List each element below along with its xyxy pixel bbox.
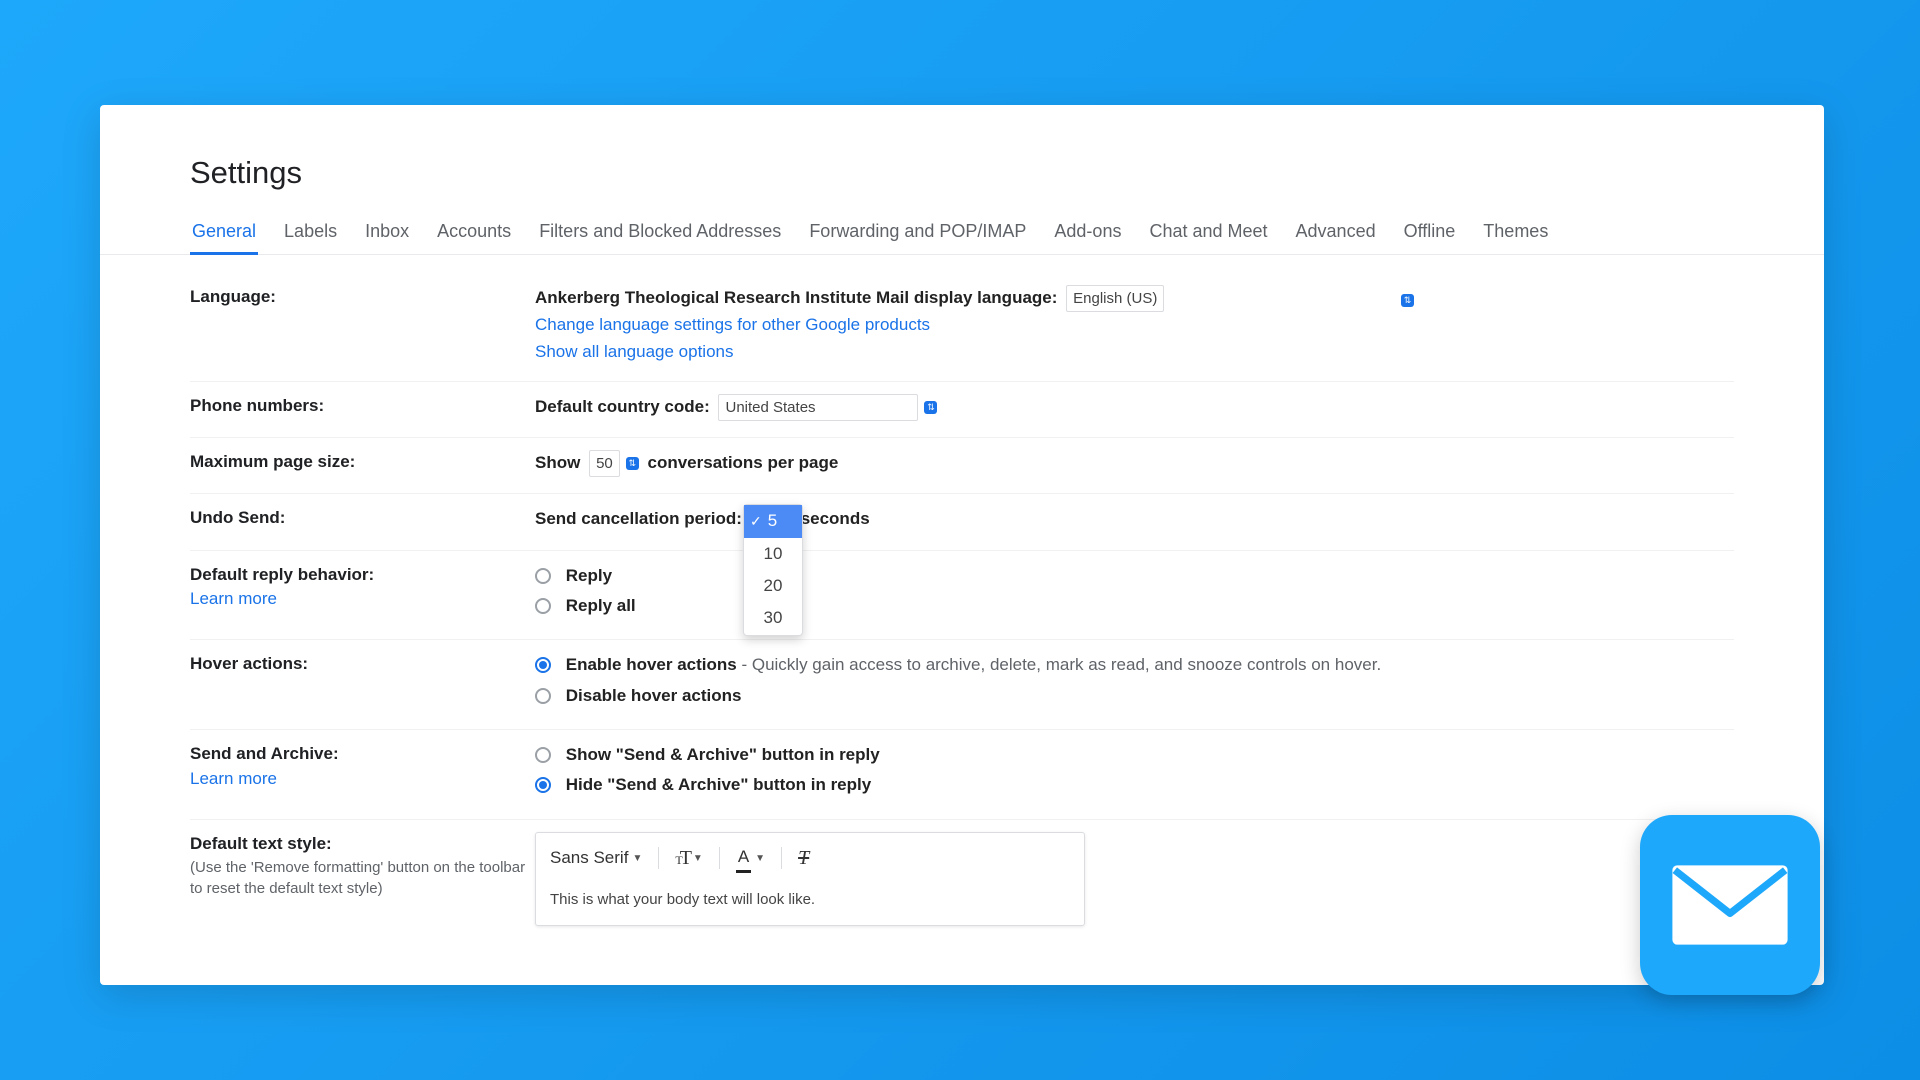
font-size-select[interactable]: TT ▼ (675, 843, 702, 874)
caret-down-icon: ▼ (632, 851, 642, 867)
mail-app-badge (1640, 815, 1820, 995)
page-size-prefix: Show (535, 453, 580, 472)
undo-option-10[interactable]: 10 (744, 538, 802, 570)
remove-formatting-button[interactable]: T (798, 843, 809, 874)
undo-option-5[interactable]: 5 (744, 505, 802, 537)
page-size-select[interactable]: 50 ⇅ (589, 450, 639, 477)
tab-general[interactable]: General (190, 211, 258, 254)
label-page-size: Maximum page size: (190, 450, 535, 475)
caret-down-icon: ▼ (755, 851, 765, 867)
remove-format-icon: T (798, 843, 809, 874)
country-code-value: United States (718, 394, 918, 421)
tab-labels[interactable]: Labels (282, 211, 339, 254)
language-select[interactable]: English (US) (1066, 285, 1164, 312)
text-color-icon: A (736, 844, 751, 873)
tab-addons[interactable]: Add-ons (1052, 211, 1123, 254)
country-code-label: Default country code: (535, 397, 710, 416)
show-all-languages-link[interactable]: Show all language options (535, 342, 733, 361)
language-select-value: English (US) (1066, 285, 1164, 312)
hover-option-enable[interactable]: Enable hover actions - Quickly gain acce… (535, 652, 1734, 678)
page-title: Settings (100, 155, 1824, 211)
separator (781, 847, 782, 869)
font-family-select[interactable]: Sans Serif ▼ (550, 845, 642, 871)
radio-icon (535, 777, 551, 793)
page-size-value: 50 (589, 450, 620, 477)
page-size-suffix: conversations per page (648, 453, 839, 472)
hover-option-disable[interactable]: Disable hover actions (535, 683, 1734, 709)
tab-filters[interactable]: Filters and Blocked Addresses (537, 211, 783, 254)
tab-themes[interactable]: Themes (1481, 211, 1550, 254)
send-archive-learn-more-link[interactable]: Learn more (190, 769, 277, 788)
row-language: Language: Ankerberg Theological Research… (190, 273, 1734, 382)
row-hover-actions: Hover actions: Enable hover actions - Qu… (190, 640, 1734, 730)
text-style-editor: Sans Serif ▼ TT ▼ A ▼ (535, 832, 1085, 926)
settings-window: Settings General Labels Inbox Accounts F… (100, 105, 1824, 985)
tab-forwarding[interactable]: Forwarding and POP/IMAP (807, 211, 1028, 254)
row-phone: Phone numbers: Default country code: Uni… (190, 382, 1734, 438)
reply-option-reply[interactable]: Reply (535, 563, 1734, 589)
label-text-style-sub: (Use the 'Remove formatting' button on t… (190, 858, 535, 899)
text-style-toolbar: Sans Serif ▼ TT ▼ A ▼ (550, 843, 1070, 874)
label-hover-actions: Hover actions: (190, 652, 535, 677)
tab-chat[interactable]: Chat and Meet (1147, 211, 1269, 254)
separator (658, 847, 659, 869)
undo-option-20[interactable]: 20 (744, 570, 802, 602)
undo-send-suffix: seconds (801, 509, 870, 528)
radio-icon (535, 688, 551, 704)
row-send-archive: Send and Archive: Learn more Show "Send … (190, 730, 1734, 820)
radio-icon (535, 657, 551, 673)
label-language: Language: (190, 285, 535, 310)
reply-learn-more-link[interactable]: Learn more (190, 589, 277, 608)
text-color-select[interactable]: A ▼ (736, 844, 765, 873)
text-style-preview: This is what your body text will look li… (550, 888, 1070, 911)
label-reply-behavior: Default reply behavior: (190, 565, 374, 584)
undo-send-dropdown: 5 10 20 30 (743, 504, 803, 635)
radio-icon (535, 568, 551, 584)
tab-advanced[interactable]: Advanced (1294, 211, 1378, 254)
separator (719, 847, 720, 869)
tab-accounts[interactable]: Accounts (435, 211, 513, 254)
label-phone: Phone numbers: (190, 394, 535, 419)
settings-content: Language: Ankerberg Theological Research… (100, 255, 1824, 942)
change-language-link[interactable]: Change language settings for other Googl… (535, 315, 930, 334)
settings-tabs: General Labels Inbox Accounts Filters an… (100, 211, 1824, 255)
radio-icon (535, 747, 551, 763)
undo-option-30[interactable]: 30 (744, 602, 802, 634)
text-size-icon: TT (675, 843, 689, 874)
label-send-archive: Send and Archive: (190, 744, 339, 763)
country-code-select[interactable]: United States ⇅ (718, 394, 937, 421)
row-undo-send: Undo Send: Send cancellation period: 5 ⇅… (190, 494, 1734, 550)
radio-icon (535, 598, 551, 614)
undo-send-prefix: Send cancellation period: (535, 509, 742, 528)
language-select-arrow-icon[interactable]: ⇅ (1401, 294, 1414, 307)
tab-inbox[interactable]: Inbox (363, 211, 411, 254)
label-text-style: Default text style: (190, 834, 332, 853)
page-size-arrow-icon: ⇅ (626, 457, 639, 470)
label-undo-send: Undo Send: (190, 506, 535, 531)
caret-down-icon: ▼ (693, 851, 703, 867)
reply-option-reply-all[interactable]: Reply all (535, 593, 1734, 619)
send-archive-option-show[interactable]: Show "Send & Archive" button in reply (535, 742, 1734, 768)
row-text-style: Default text style: (Use the 'Remove for… (190, 820, 1734, 942)
row-reply-behavior: Default reply behavior: Learn more Reply… (190, 551, 1734, 641)
row-page-size: Maximum page size: Show 50 ⇅ conversatio… (190, 438, 1734, 494)
send-archive-option-hide[interactable]: Hide "Send & Archive" button in reply (535, 772, 1734, 798)
display-language-label: Ankerberg Theological Research Institute… (535, 288, 1057, 307)
tab-offline[interactable]: Offline (1402, 211, 1458, 254)
country-code-arrow-icon: ⇅ (924, 401, 937, 414)
envelope-icon (1670, 860, 1790, 950)
